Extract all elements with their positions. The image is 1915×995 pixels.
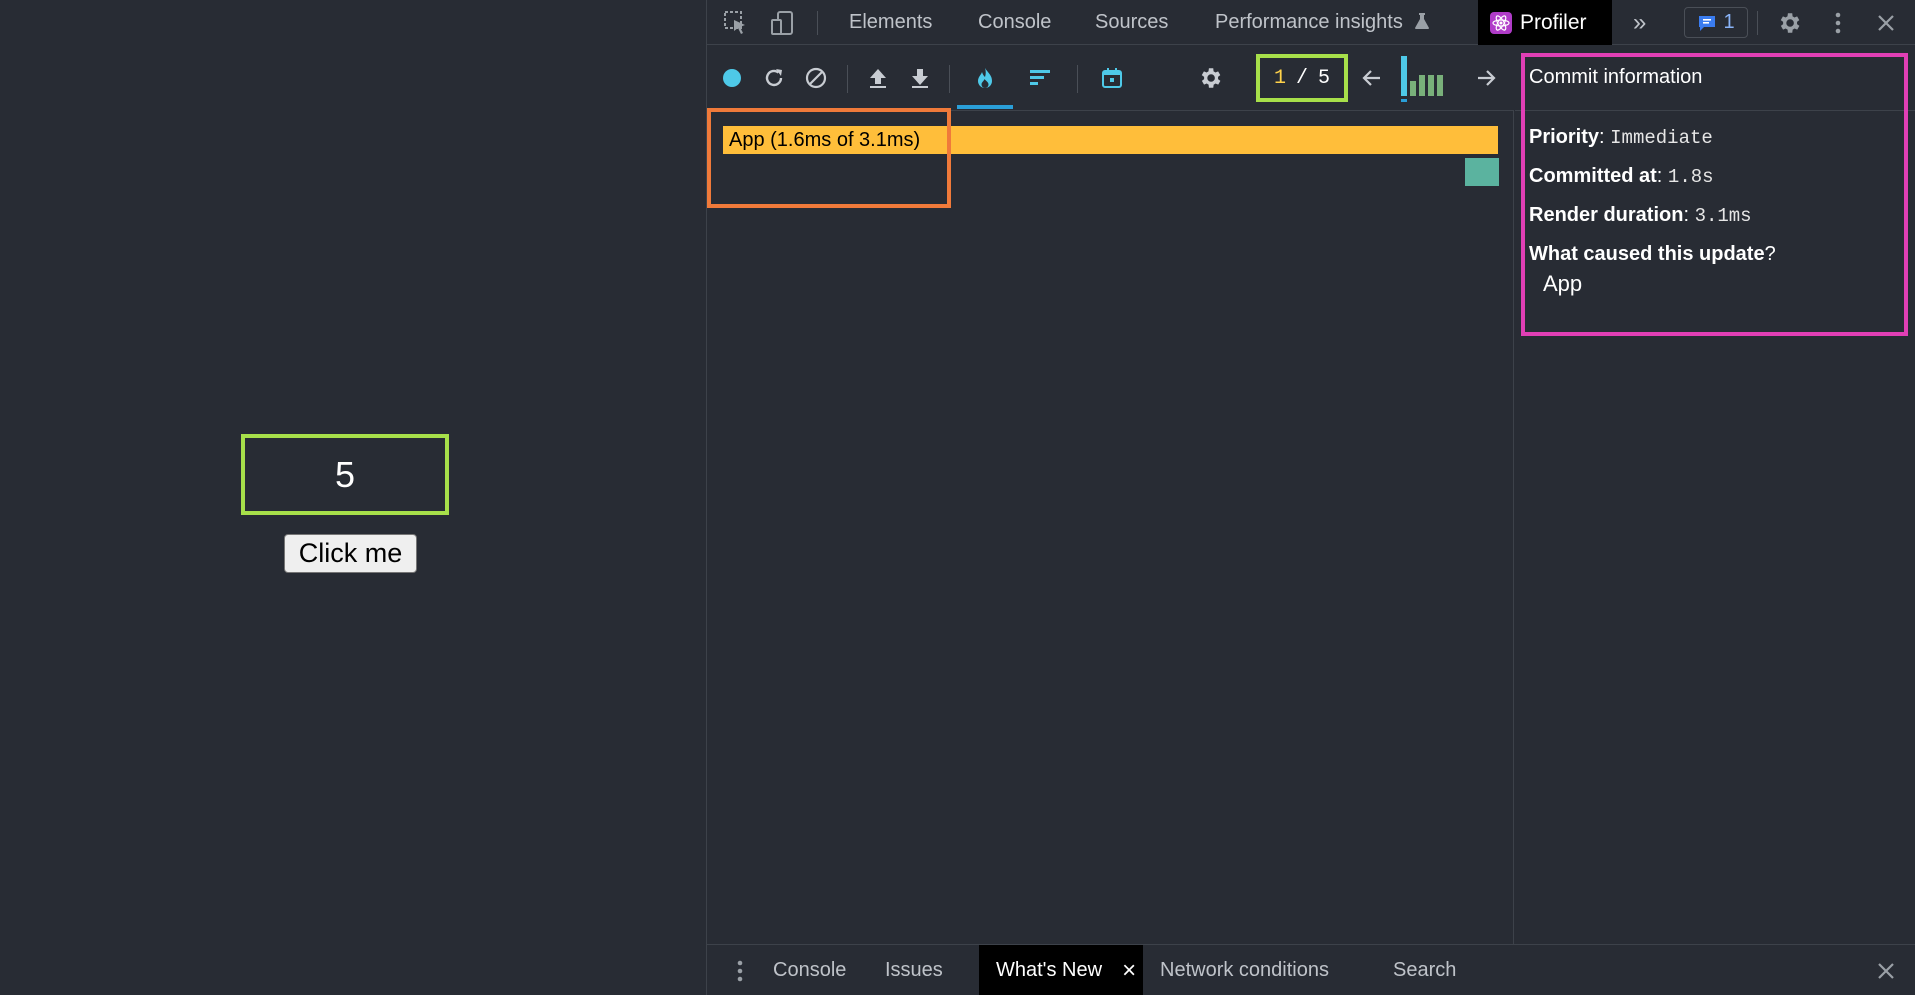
profiler-toolbar: 1 / 5 (707, 46, 1514, 111)
issues-badge[interactable]: 1 (1684, 7, 1748, 38)
settings-gear-icon[interactable] (1776, 10, 1802, 36)
next-commit-arrow-icon[interactable] (1471, 63, 1501, 93)
commit-bar-chart[interactable] (1399, 54, 1454, 104)
close-whats-new-icon[interactable]: × (1122, 957, 1136, 985)
commit-selector: 1 / 5 (1256, 54, 1348, 102)
more-options-icon[interactable] (1825, 10, 1851, 36)
flamegraph-area: App (1.6ms of 3.1ms) (707, 108, 1514, 944)
close-drawer-icon[interactable] (1873, 958, 1899, 984)
app-page: 5 Click me (0, 0, 706, 995)
save-profile-icon[interactable] (905, 63, 935, 93)
load-profile-icon[interactable] (863, 63, 893, 93)
react-icon (1490, 11, 1512, 34)
flamegraph-chart-icon[interactable] (970, 63, 1000, 93)
devtools-drawer: Console Issues What's New × Network cond… (707, 944, 1915, 995)
commit-info-panel: Commit information Priority: Immediate C… (1515, 46, 1915, 944)
close-devtools-icon[interactable] (1873, 10, 1899, 36)
tab-sources[interactable]: Sources (1095, 0, 1168, 45)
device-toolbar-icon[interactable] (769, 10, 795, 36)
issues-count: 1 (1723, 11, 1735, 33)
commit-bar-1[interactable] (1401, 56, 1407, 96)
tab-console[interactable]: Console (978, 0, 1051, 45)
profiler-settings-gear-icon[interactable] (1195, 63, 1225, 93)
clear-profiling-data-icon[interactable] (801, 63, 831, 93)
counter-display: 5 (241, 434, 449, 515)
total-commits-number: 5 (1318, 66, 1331, 90)
devtools-tabbar: Elements Console Sources Performance ins… (707, 0, 1915, 45)
more-tabs-button[interactable]: » (1633, 0, 1646, 45)
inspect-element-icon[interactable] (723, 10, 749, 36)
commit-bar-4[interactable] (1428, 75, 1434, 96)
devtools-panel: Elements Console Sources Performance ins… (706, 0, 1915, 995)
highlight-box-magenta (1521, 53, 1908, 336)
current-commit-number: 1 (1273, 66, 1286, 90)
record-icon[interactable] (717, 63, 747, 93)
flamegraph-node-app[interactable]: App (1.6ms of 3.1ms) (723, 126, 1498, 154)
drawer-tab-network-conditions[interactable]: Network conditions (1160, 945, 1329, 995)
commit-bar-3[interactable] (1419, 75, 1425, 96)
commit-bar-2[interactable] (1410, 81, 1416, 96)
commit-separator: / (1295, 66, 1308, 90)
highlight-box-orange (707, 108, 951, 208)
drawer-tab-search[interactable]: Search (1393, 945, 1456, 995)
drawer-menu-icon[interactable] (727, 958, 753, 984)
timeline-calendar-icon[interactable] (1097, 63, 1127, 93)
tab-elements[interactable]: Elements (849, 0, 932, 45)
drawer-tab-whats-new[interactable]: What's New × (979, 945, 1143, 995)
drawer-tab-console[interactable]: Console (773, 945, 846, 995)
drawer-tab-whats-new-label: What's New (996, 959, 1103, 981)
commit-bar-5[interactable] (1437, 75, 1443, 96)
flamegraph-node-child[interactable] (1465, 158, 1499, 186)
tab-performance-insights-label: Performance insights (1215, 11, 1403, 33)
drawer-tab-issues[interactable]: Issues (885, 945, 943, 995)
previous-commit-arrow-icon[interactable] (1357, 63, 1387, 93)
click-me-button[interactable]: Click me (284, 534, 417, 573)
selected-commit-indicator (1401, 99, 1407, 102)
reload-and-profile-icon[interactable] (759, 63, 789, 93)
tab-profiler-label: Profiler (1520, 10, 1587, 34)
tab-profiler[interactable]: Profiler (1478, 0, 1612, 45)
flamegraph-active-indicator (957, 105, 1013, 109)
flask-icon (1415, 13, 1430, 29)
ranked-chart-icon[interactable] (1025, 63, 1055, 93)
tab-performance-insights[interactable]: Performance insights (1215, 0, 1430, 45)
message-icon (1699, 15, 1716, 31)
